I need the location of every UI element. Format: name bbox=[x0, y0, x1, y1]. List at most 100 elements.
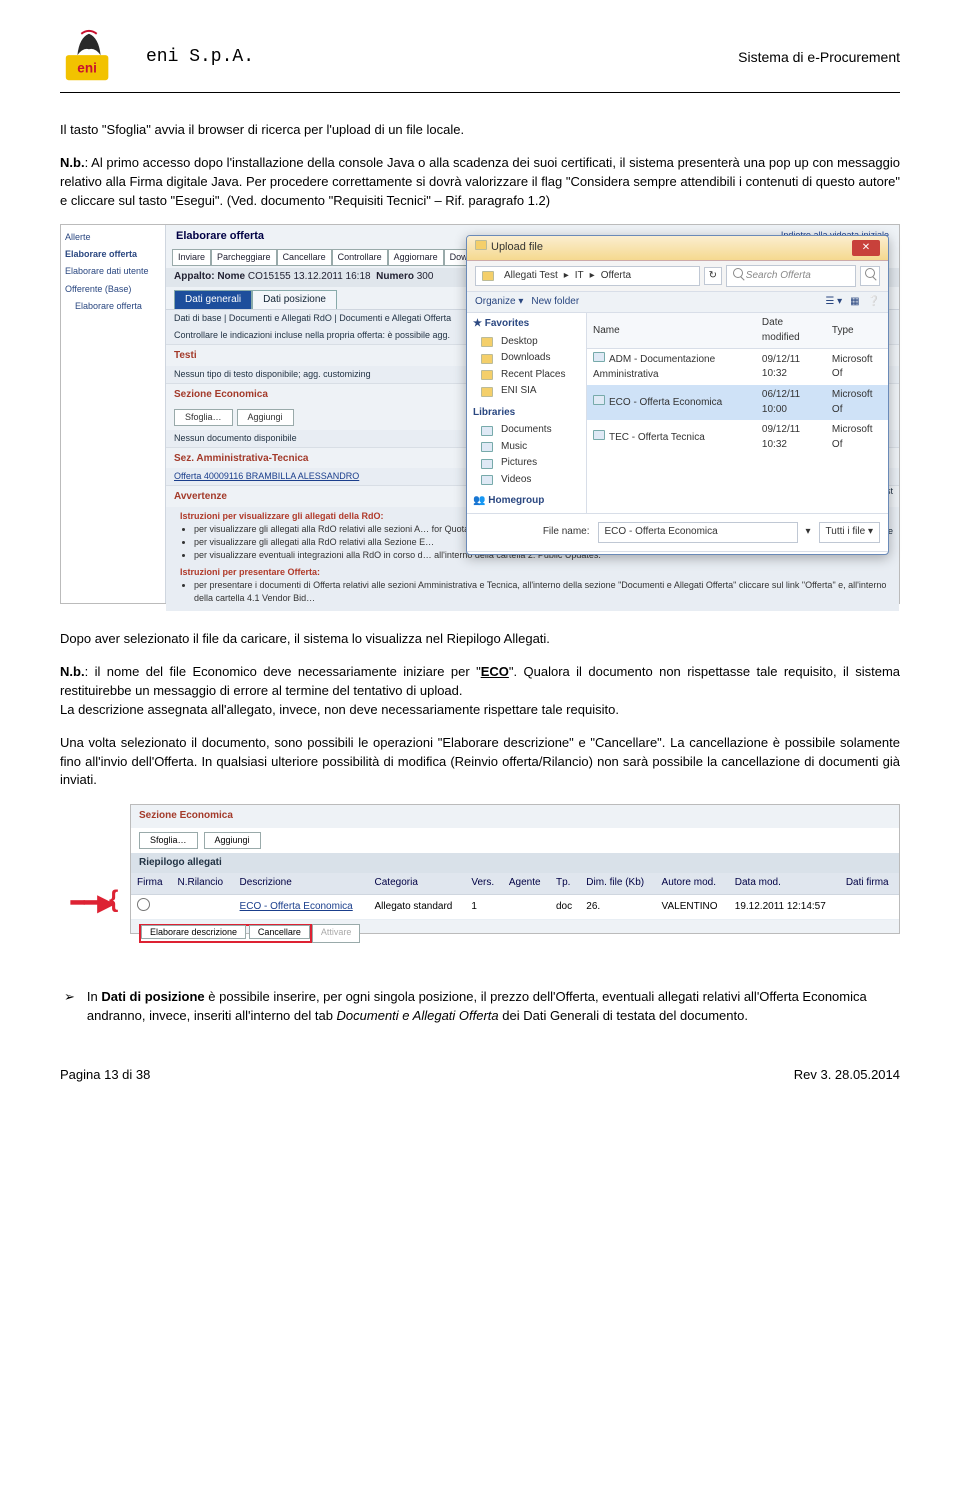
nb-label-1: N.b. bbox=[60, 155, 85, 170]
paragraph-6: ➢ In Dati di posizione è possibile inser… bbox=[60, 988, 900, 1026]
col-descrizione: Descrizione bbox=[234, 873, 369, 894]
col-autore: Autore mod. bbox=[656, 873, 729, 894]
nav-videos[interactable]: Videos bbox=[473, 472, 580, 489]
organize-menu[interactable]: Organize ▾ bbox=[475, 295, 523, 310]
new-folder-button[interactable]: New folder bbox=[531, 295, 579, 310]
btn-aggiungi-2[interactable]: Aggiungi bbox=[204, 832, 261, 849]
search-icon bbox=[733, 268, 743, 278]
tab-dati-posizione[interactable]: Dati posizione bbox=[252, 290, 337, 310]
sidebar-elaborare-offerta[interactable]: Elaborare offerta bbox=[65, 246, 161, 263]
paragraph-4: N.b.: il nome del file Economico deve ne… bbox=[60, 663, 900, 720]
bullet-icon: ➢ bbox=[64, 988, 75, 1026]
col-datifirma: Dati firma bbox=[840, 873, 899, 894]
folder-icon bbox=[475, 240, 487, 250]
nav-desktop[interactable]: Desktop bbox=[473, 334, 580, 351]
company-name: eni S.p.A. bbox=[146, 44, 738, 70]
nav-pictures[interactable]: Pictures bbox=[473, 455, 580, 472]
path-box[interactable]: Allegati Test ▸ IT ▸ Offerta bbox=[475, 266, 700, 287]
numero-label: Numero bbox=[376, 271, 414, 282]
view-details-icon[interactable]: ▦ bbox=[850, 295, 859, 310]
word-icon bbox=[593, 395, 605, 405]
refresh-icon[interactable]: ↻ bbox=[704, 267, 722, 286]
nav-homegroup[interactable]: 👥 Homegroup bbox=[473, 494, 580, 509]
nav-documents[interactable]: Documents bbox=[473, 422, 580, 439]
numero-val: 300 bbox=[417, 271, 434, 282]
row-desc-link[interactable]: ECO - Offerta Economica bbox=[234, 894, 369, 920]
btn-inviare[interactable]: Inviare bbox=[172, 249, 211, 266]
paragraph-2: N.b.: Al primo accesso dopo l'installazi… bbox=[60, 154, 900, 211]
file-row-selected[interactable]: ECO - Offerta Economica06/12/11 10:00Mic… bbox=[587, 385, 888, 420]
file-row[interactable]: TEC - Offerta Tecnica09/12/11 10:32Micro… bbox=[587, 420, 888, 455]
appalto-label: Appalto: Nome bbox=[174, 271, 245, 282]
filename-input[interactable]: ECO - Offerta Economica bbox=[598, 522, 798, 543]
btn-aggiornare[interactable]: Aggiornare bbox=[388, 249, 444, 266]
col-datamod: Data mod. bbox=[729, 873, 840, 894]
nav-downloads[interactable]: Downloads bbox=[473, 350, 580, 367]
nav-music[interactable]: Music bbox=[473, 439, 580, 456]
col-date[interactable]: Date modified bbox=[756, 313, 826, 349]
revision: Rev 3. 28.05.2014 bbox=[794, 1066, 900, 1085]
nav-recent[interactable]: Recent Places bbox=[473, 367, 580, 384]
btn-aggiungi[interactable]: Aggiungi bbox=[237, 409, 294, 426]
filename-label: File name: bbox=[543, 525, 590, 540]
view-icons-icon[interactable]: ☰ ▾ bbox=[825, 295, 842, 310]
search-go-icon[interactable] bbox=[860, 266, 880, 286]
row-radio[interactable] bbox=[137, 898, 150, 911]
brace-annotation-icon: { bbox=[109, 883, 118, 918]
sidebar-dati-utente[interactable]: Elaborare dati utente bbox=[65, 263, 161, 280]
svg-text:eni: eni bbox=[77, 60, 97, 75]
col-firma: Firma bbox=[131, 873, 171, 894]
btn-attivare[interactable]: Attivare bbox=[312, 924, 361, 943]
documents-icon bbox=[481, 426, 493, 436]
col-categoria: Categoria bbox=[369, 873, 466, 894]
file-list: Name Date modified Type ADM - Documentaz… bbox=[587, 313, 888, 513]
paragraph-1: Il tasto "Sfoglia" avvia il browser di r… bbox=[60, 121, 900, 140]
col-vers: Vers. bbox=[465, 873, 503, 894]
btn-sfoglia[interactable]: Sfoglia… bbox=[174, 409, 233, 426]
pictures-icon bbox=[481, 459, 493, 469]
paragraph-3: Dopo aver selezionato il file da caricar… bbox=[60, 630, 900, 649]
dialog-nav: ★ Favorites Desktop Downloads Recent Pla… bbox=[467, 313, 587, 513]
system-title: Sistema di e-Procurement bbox=[738, 47, 900, 67]
btn-cancellare[interactable]: Cancellare bbox=[277, 249, 332, 266]
document-header: eni eni S.p.A. Sistema di e-Procurement bbox=[60, 28, 900, 93]
sidebar-offerente[interactable]: Offerente (Base) bbox=[65, 281, 161, 298]
btn-elaborare-descrizione[interactable]: Elaborare descrizione bbox=[141, 925, 246, 939]
folder-icon bbox=[481, 387, 493, 397]
filetype-select[interactable]: Tutti i file ▾ bbox=[819, 522, 880, 543]
dialog-title: Upload file bbox=[475, 240, 543, 256]
file-row[interactable]: ADM - Documentazione Amministrativa09/12… bbox=[587, 349, 888, 386]
col-agente: Agente bbox=[503, 873, 550, 894]
col-dim: Dim. file (Kb) bbox=[580, 873, 655, 894]
screenshot-elaborare-offerta: Allerte Elaborare offerta Elaborare dati… bbox=[60, 224, 900, 604]
btn-sfoglia-2[interactable]: Sfoglia… bbox=[139, 832, 198, 849]
nav-favorites: ★ Favorites bbox=[473, 317, 580, 332]
page-number: Pagina 13 di 38 bbox=[60, 1066, 150, 1085]
nav-enisia[interactable]: ENI SIA bbox=[473, 383, 580, 400]
sidebar-elaborare-sub[interactable]: Elaborare offerta bbox=[65, 298, 161, 315]
paragraph-5: Una volta selezionato il documento, sono… bbox=[60, 734, 900, 791]
istr-b4: per presentare i documenti di Offerta re… bbox=[194, 579, 891, 605]
btn-controllare[interactable]: Controllare bbox=[332, 249, 388, 266]
col-name[interactable]: Name bbox=[587, 313, 756, 349]
appalto-name: CO15155 13.12.2011 16:18 bbox=[248, 271, 371, 282]
sidebar-allerte[interactable]: Allerte bbox=[65, 229, 161, 246]
downloads-icon bbox=[481, 354, 493, 364]
help-icon[interactable]: ❔ bbox=[868, 295, 880, 310]
btn-cancellare-2[interactable]: Cancellare bbox=[249, 925, 310, 939]
close-icon[interactable]: ✕ bbox=[852, 240, 880, 256]
search-input[interactable]: Search Offerta bbox=[726, 265, 856, 287]
istruzioni-offerta-head: Istruzioni per presentare Offerta: bbox=[180, 566, 891, 579]
col-type[interactable]: Type bbox=[826, 313, 888, 349]
table-row[interactable]: ECO - Offerta Economica Allegato standar… bbox=[131, 894, 899, 920]
paragraph-2-text: : Al primo accesso dopo l'installazione … bbox=[60, 155, 900, 208]
arrow-annotation-icon: ━━▶ bbox=[71, 887, 114, 919]
tab-dati-generali[interactable]: Dati generali bbox=[174, 290, 252, 310]
col-rilancio: N.Rilancio bbox=[171, 873, 233, 894]
nb-label-2: N.b. bbox=[60, 664, 85, 679]
videos-icon bbox=[481, 475, 493, 485]
sec-economica-2: Sezione Economica bbox=[131, 805, 899, 828]
btn-parcheggiare[interactable]: Parcheggiare bbox=[211, 249, 277, 266]
col-tp: Tp. bbox=[550, 873, 580, 894]
music-icon bbox=[481, 442, 493, 452]
